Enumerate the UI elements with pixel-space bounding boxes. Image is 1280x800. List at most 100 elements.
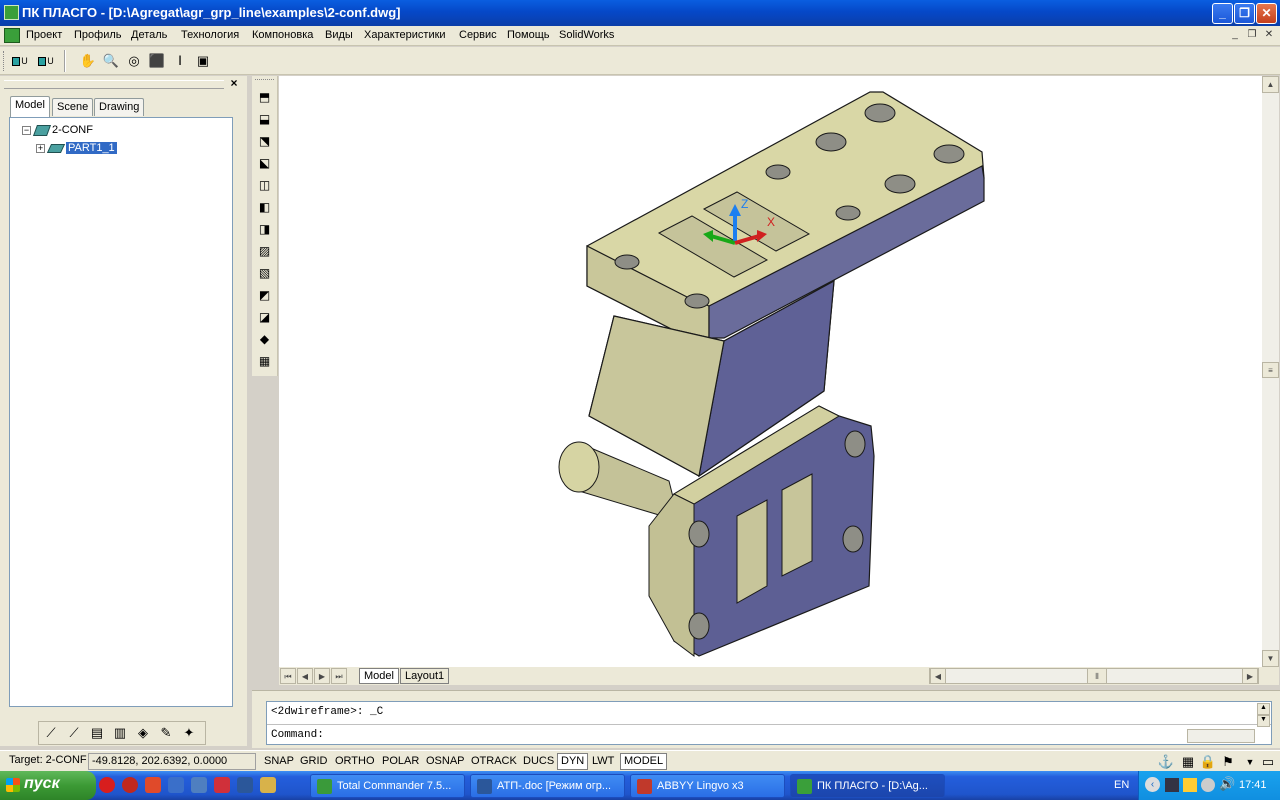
vtool-sweep-icon[interactable]: ⬕ xyxy=(255,153,274,172)
panel-grip[interactable] xyxy=(4,80,224,89)
tree-tool-7-icon[interactable]: ✦ xyxy=(179,723,199,743)
word-icon[interactable] xyxy=(237,777,253,793)
tree-expand-toggle[interactable]: + xyxy=(36,143,45,153)
status-lock-icon[interactable]: 🔒 xyxy=(1198,752,1218,772)
status-polar-toggle[interactable]: POLAR xyxy=(378,753,424,770)
nav-prev-button[interactable]: ◀ xyxy=(297,668,313,684)
command-prompt[interactable]: Command: xyxy=(271,729,324,741)
vtool-chamfer-icon[interactable]: ◨ xyxy=(255,219,274,238)
desktop-icon[interactable] xyxy=(191,777,207,793)
tray-clock[interactable]: 17:41 xyxy=(1239,779,1267,791)
cmd-horizontal-scrollbar[interactable] xyxy=(1187,729,1255,743)
orbit-icon[interactable]: ◎ xyxy=(124,51,144,71)
menu-solidworks[interactable]: SolidWorks xyxy=(559,29,614,41)
menu-service[interactable]: Сервис xyxy=(459,29,497,41)
menu-views[interactable]: Виды xyxy=(325,29,353,41)
start-button[interactable]: пуск xyxy=(0,771,96,800)
tab-scene[interactable]: Scene xyxy=(52,98,94,116)
menu-layout[interactable]: Компоновка xyxy=(252,29,313,41)
close-button[interactable]: ✕ xyxy=(1256,3,1277,24)
scroll-down-button[interactable]: ▼ xyxy=(1262,650,1279,667)
status-dyn-toggle[interactable]: DYN xyxy=(557,753,589,770)
menu-profile[interactable]: Профиль xyxy=(74,29,122,41)
tray-network-icon[interactable] xyxy=(1183,778,1197,792)
mdi-restore-button[interactable]: ❐ xyxy=(1245,29,1259,42)
task-plasgo[interactable]: ПК ПЛАСГО - [D:\Ag... xyxy=(790,774,945,798)
tool-u2-button[interactable]: U xyxy=(36,51,56,71)
tree-tool-3-icon[interactable]: ▤ xyxy=(87,723,107,743)
drawing-viewport[interactable]: Z X xyxy=(279,76,1262,667)
status-snap-toggle[interactable]: SNAP xyxy=(260,753,298,770)
vtool-hole-icon[interactable]: ◫ xyxy=(255,175,274,194)
menu-characteristics[interactable]: Характеристики xyxy=(364,29,446,41)
vtool-section-icon[interactable]: ▦ xyxy=(255,351,274,370)
opera-icon[interactable] xyxy=(99,777,115,793)
status-osnap-toggle[interactable]: OSNAP xyxy=(422,753,469,770)
solid-box-icon[interactable]: ▣ xyxy=(193,51,213,71)
layout-tab-layout1[interactable]: Layout1 xyxy=(400,668,450,684)
tool-u1-button[interactable]: U xyxy=(10,51,30,71)
dimension-icon[interactable]: Ⅰ xyxy=(170,51,190,71)
hscroll-thumb[interactable]: ⦀ xyxy=(1087,668,1107,684)
status-ducs-toggle[interactable]: DUCS xyxy=(519,753,559,770)
app-icon[interactable] xyxy=(4,5,19,20)
save-disk-icon[interactable] xyxy=(168,777,184,793)
status-toolbar-lock-icon[interactable]: ▦ xyxy=(1178,752,1198,772)
vtool-pattern-icon[interactable]: ◪ xyxy=(255,307,274,326)
status-lwt-toggle[interactable]: LWT xyxy=(588,753,619,770)
minimize-button[interactable]: _ xyxy=(1212,3,1233,24)
tree-tool-2-icon[interactable]: ⟋ xyxy=(64,723,84,743)
language-indicator[interactable]: EN xyxy=(1114,779,1129,791)
status-fullscreen-icon[interactable]: ▭ xyxy=(1258,752,1278,772)
tree-tool-5-icon[interactable]: ◈ xyxy=(133,723,153,743)
viewport-horizontal-scrollbar[interactable]: ◀ ⦀ ▶ xyxy=(929,668,1259,684)
viewport-vertical-scrollbar[interactable]: ▲ ≡ ▼ xyxy=(1262,76,1279,667)
hscroll-right-button[interactable]: ▶ xyxy=(1242,668,1258,684)
vtool-fillet-icon[interactable]: ◧ xyxy=(255,197,274,216)
status-grid-toggle[interactable]: GRID xyxy=(296,753,332,770)
tool-icon[interactable] xyxy=(260,777,276,793)
task-word-doc[interactable]: АТП-.doc [Режим огр... xyxy=(470,774,625,798)
vtool-shell-icon[interactable]: ▨ xyxy=(255,241,274,260)
tree-tool-1-icon[interactable]: ⟋ xyxy=(41,723,61,743)
toolbar-grip[interactable] xyxy=(3,51,7,71)
zoom-icon[interactable]: 🔍 xyxy=(101,51,121,71)
nav-first-button[interactable]: ⏮ xyxy=(280,668,296,684)
maximize-button[interactable]: ❐ xyxy=(1234,3,1255,24)
tray-app-icon[interactable] xyxy=(1165,778,1179,792)
vtool-draft-icon[interactable]: ◩ xyxy=(255,285,274,304)
panel-close-button[interactable]: × xyxy=(228,77,240,90)
tab-drawing[interactable]: Drawing xyxy=(94,98,145,116)
tray-collapse-icon[interactable]: ‹ xyxy=(1145,777,1160,792)
cmd-scroll-down-button[interactable]: ▼ xyxy=(1257,715,1270,727)
menu-help[interactable]: Помощь xyxy=(507,29,550,41)
tray-volume-icon[interactable]: 🔊 xyxy=(1219,776,1235,792)
task-total-commander[interactable]: Total Commander 7.5... xyxy=(310,774,465,798)
scroll-up-button[interactable]: ▲ xyxy=(1262,76,1279,93)
status-ortho-toggle[interactable]: ORTHO xyxy=(331,753,379,770)
tree-item-part[interactable]: + PART1_1 xyxy=(36,142,117,154)
nav-next-button[interactable]: ▶ xyxy=(314,668,330,684)
tree-tool-4-icon[interactable]: ▥ xyxy=(110,723,130,743)
pdf-icon[interactable] xyxy=(214,777,230,793)
mdi-minimize-button[interactable]: _ xyxy=(1228,29,1242,42)
layout-tab-model[interactable]: Model xyxy=(359,668,399,684)
mdi-close-button[interactable]: ✕ xyxy=(1262,29,1276,42)
document-icon[interactable] xyxy=(4,28,20,43)
menu-project[interactable]: Проект xyxy=(26,29,62,41)
vtool-loft-icon[interactable]: ⬔ xyxy=(255,131,274,150)
status-coordinates[interactable]: -49.8128, 202.6392, 0.0000 xyxy=(88,753,256,770)
vtool-grip[interactable] xyxy=(255,79,274,83)
command-text-area[interactable]: <2dwireframe>: _C Command: ▲ ▼ xyxy=(266,701,1272,745)
status-comm-icon[interactable]: ⚓ xyxy=(1156,752,1176,772)
tree-tool-6-icon[interactable]: ✎ xyxy=(156,723,176,743)
status-menu-arrow-icon[interactable]: ▼ xyxy=(1240,752,1260,772)
vtool-mirror-icon[interactable]: ◆ xyxy=(255,329,274,348)
nav-last-button[interactable]: ⏭ xyxy=(331,668,347,684)
tray-security-icon[interactable] xyxy=(1201,778,1215,792)
status-otrack-toggle[interactable]: OTRACK xyxy=(467,753,521,770)
browser-icon[interactable] xyxy=(122,777,138,793)
menu-technology[interactable]: Технология xyxy=(181,29,239,41)
tree-collapse-toggle[interactable]: − xyxy=(22,125,31,135)
solidworks-icon[interactable] xyxy=(145,777,161,793)
